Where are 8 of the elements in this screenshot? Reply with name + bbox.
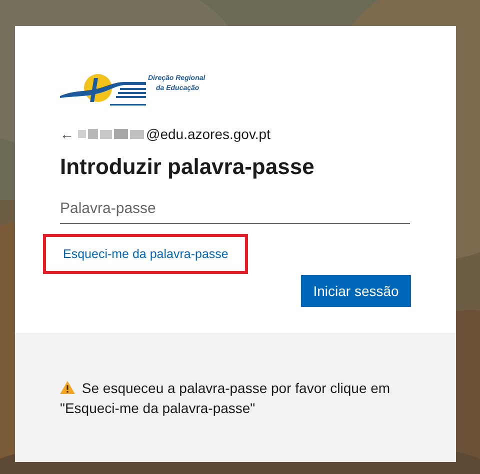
warning-icon: [60, 380, 75, 394]
page-title: Introduzir palavra-passe: [60, 154, 316, 180]
notice-text: Se esqueceu a palavra-passe por favor clique em "Esqueci-me da palavra-passe": [60, 378, 392, 418]
redacted-username-drawing: [78, 128, 146, 140]
sign-in-button[interactable]: Iniciar sessão: [301, 275, 411, 307]
back-button[interactable]: ←: [60, 126, 74, 142]
account-email: @edu.azores.gov.pt: [146, 126, 270, 142]
forgot-password-link[interactable]: Esqueci-me da palavra-passe: [43, 234, 248, 274]
